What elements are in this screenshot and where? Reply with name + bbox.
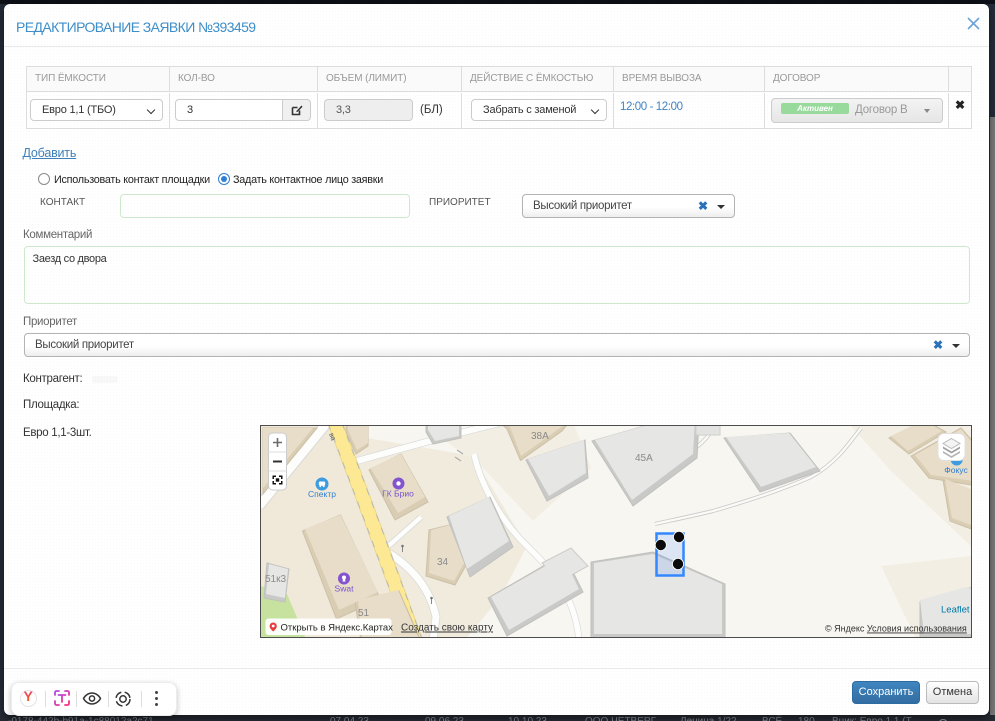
svg-text:Открыть в Яндекс.Картах: Открыть в Яндекс.Картах xyxy=(281,623,394,634)
svg-text:Swat: Swat xyxy=(335,584,355,594)
svg-text:© Яндекс Условия использования: © Яндекс Условия использования xyxy=(825,624,967,634)
svg-text:45А: 45А xyxy=(635,453,653,464)
svg-text:34: 34 xyxy=(437,557,449,568)
svg-text:ГК Брио: ГК Брио xyxy=(382,489,414,499)
svg-text:51к3: 51к3 xyxy=(265,574,286,585)
svg-text:Фокус: Фокус xyxy=(944,465,968,475)
svg-text:Leaflet: Leaflet xyxy=(941,605,970,616)
svg-text:51: 51 xyxy=(358,608,370,619)
svg-text:Спектр: Спектр xyxy=(308,489,336,499)
svg-text:38А: 38А xyxy=(531,431,549,442)
svg-text:Создать свою карту: Создать свою карту xyxy=(401,623,493,634)
